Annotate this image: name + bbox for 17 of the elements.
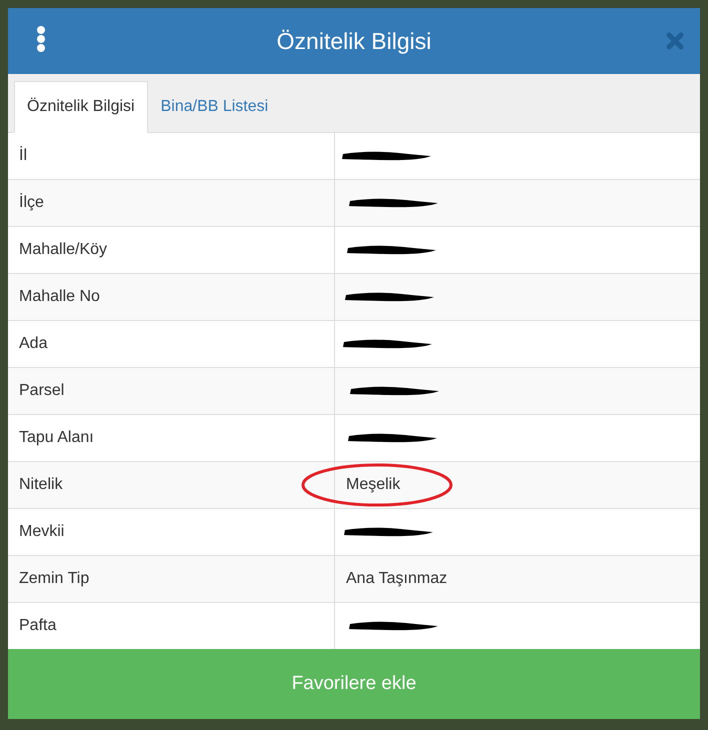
tab[interactable]: Öznitelik Bilgisi — [14, 81, 148, 133]
field-label: İlçe — [8, 180, 335, 226]
field-label: Mahalle/Köy — [8, 227, 335, 273]
field-label: Tapu Alanı — [8, 415, 335, 461]
field-value: Ana Taşınmaz — [346, 570, 448, 588]
add-favorites-button[interactable]: Favorilere ekle — [8, 649, 700, 719]
field-label: Mahalle No — [8, 274, 335, 320]
field-label: Parsel — [8, 368, 335, 414]
dialog-title: Öznitelik Bilgisi — [276, 28, 432, 54]
tab[interactable]: Bina/BB Listesi — [148, 81, 282, 133]
menu-icon[interactable] — [36, 26, 46, 52]
field-label: Nitelik — [8, 462, 335, 508]
field-label: Ada — [8, 321, 335, 367]
field-label: İl — [8, 133, 335, 179]
field-value: Meşelik — [346, 476, 400, 494]
field-label: Mevkii — [8, 509, 335, 555]
field-label: Zemin Tip — [8, 556, 335, 602]
